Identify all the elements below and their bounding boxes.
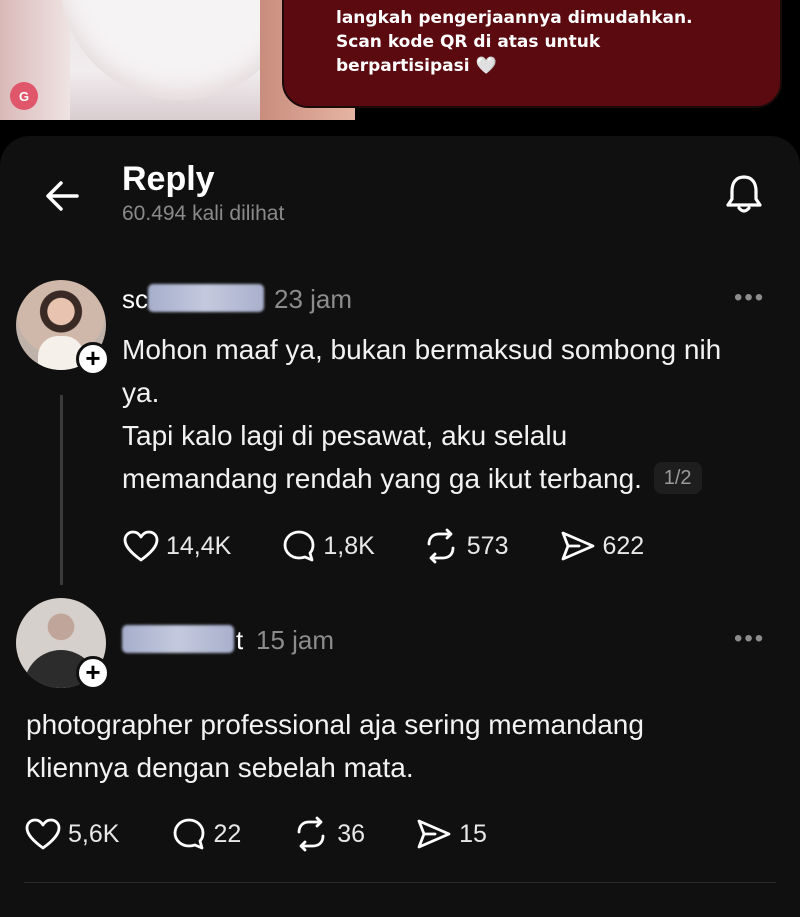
view-count: 60.494 kali dilihat: [122, 202, 285, 225]
comment-count: 1,8K: [323, 531, 375, 560]
repost-icon: [427, 528, 455, 564]
share-button[interactable]: 15: [415, 817, 487, 851]
notification-button[interactable]: [718, 168, 770, 220]
like-button[interactable]: 14,4K: [122, 529, 231, 563]
banner-text: langkah pengerjaannya dimudahkan. Scan k…: [336, 8, 693, 76]
username[interactable]: t: [236, 625, 243, 656]
comment-button[interactable]: 22: [171, 816, 241, 852]
repost-count: 573: [466, 531, 509, 560]
back-button[interactable]: [40, 174, 84, 218]
repost-button[interactable]: 573: [421, 528, 509, 564]
plus-icon: +: [85, 343, 101, 373]
follow-plus-button[interactable]: +: [76, 342, 110, 376]
reply-panel: Reply 60.494 kali dilihat + sc 23 jam ••…: [0, 136, 800, 917]
post-text-line: ya.: [122, 377, 160, 408]
share-button[interactable]: 622: [559, 529, 645, 563]
repost-count: 36: [337, 819, 366, 848]
comment-count: 22: [213, 819, 242, 848]
header: Reply 60.494 kali dilihat: [0, 136, 800, 246]
username[interactable]: sc: [122, 284, 148, 315]
like-count: 5,6K: [68, 819, 120, 848]
page-title: Reply: [122, 160, 215, 198]
comment-icon: [283, 530, 315, 562]
bell-icon: [726, 175, 762, 213]
share-icon: [561, 531, 594, 561]
heart-icon: [25, 818, 61, 850]
plus-icon: +: [85, 657, 101, 687]
post-time: 23 jam: [274, 284, 353, 314]
repost-icon: [297, 816, 325, 852]
reply-actions: 5,6K 22 36 15: [24, 816, 487, 852]
thread-line: [60, 395, 63, 585]
share-count: 15: [459, 819, 487, 848]
heart-icon: [123, 530, 159, 562]
thread-counter: 1/2: [653, 462, 702, 494]
reply-text-line: kliennya dengan sebelah mata.: [26, 752, 414, 783]
comment-icon: [174, 818, 205, 850]
reply-text: photographer professional aja sering mem…: [26, 703, 786, 789]
repost-button[interactable]: 36: [291, 816, 365, 852]
like-count: 14,4K: [166, 531, 232, 560]
follow-plus-button[interactable]: +: [76, 656, 110, 690]
post-time: 15 jam: [256, 625, 335, 655]
post-text-line: memandang rendah yang ga ikut terbang. 1…: [122, 457, 782, 500]
more-options-button[interactable]: •••: [734, 284, 765, 312]
post-text: Mohon maaf ya, bukan bermaksud sombong n…: [122, 328, 782, 500]
share-count: 622: [602, 531, 645, 560]
share-icon: [417, 819, 451, 849]
divider: [24, 882, 776, 883]
top-strip: G langkah pengerjaannya dimudahkan. Scan…: [0, 0, 800, 120]
post-text-line: Mohon maaf ya, bukan bermaksud sombong n…: [122, 334, 722, 365]
post-actions: 14,4K 1,8K 573 622: [122, 528, 644, 564]
watermark-logo: G: [10, 82, 38, 110]
redacted-username: [148, 284, 264, 312]
post-text-line: Tapi kalo lagi di pesawat, aku selalu: [122, 420, 568, 451]
comment-button[interactable]: 1,8K: [281, 528, 375, 564]
redacted-username: [122, 625, 234, 653]
back-arrow-icon: [46, 181, 79, 211]
more-options-button[interactable]: •••: [734, 625, 765, 653]
reply-text-line: photographer professional aja sering mem…: [26, 709, 644, 740]
like-button[interactable]: 5,6K: [24, 817, 119, 851]
promo-banner: langkah pengerjaannya dimudahkan. Scan k…: [282, 0, 782, 108]
